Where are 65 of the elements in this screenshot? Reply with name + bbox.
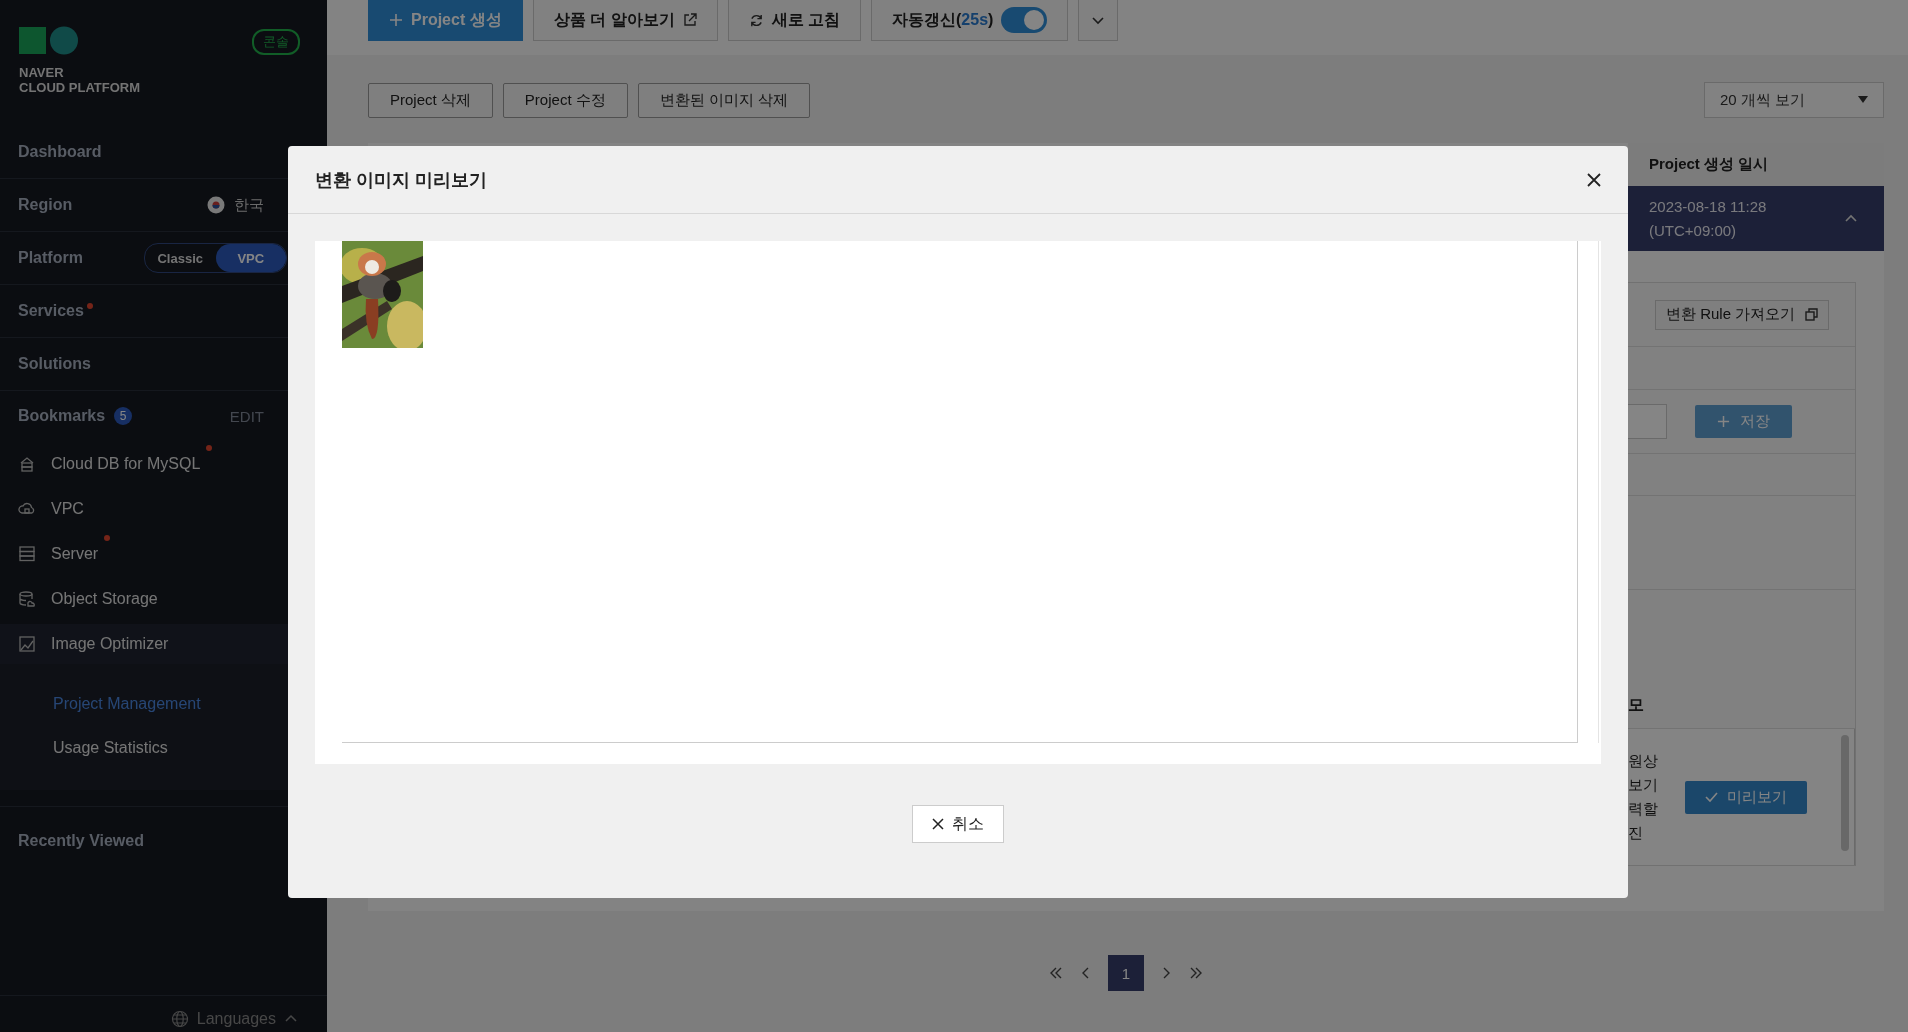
close-icon [932, 818, 944, 830]
section-label[interactable]: Solutions [18, 355, 91, 373]
table-cell-text: (UTC+09:00) [1649, 220, 1738, 241]
scrollbar[interactable] [1841, 735, 1849, 851]
logo-icon [19, 26, 79, 56]
logo-text: CLOUD PLATFORM [19, 80, 141, 95]
console-badge[interactable]: 콘솔 [252, 29, 300, 55]
input-field[interactable] [1628, 404, 1667, 439]
bookmark-item[interactable]: Cloud DB for MySQL [0, 441, 327, 486]
table-row[interactable]: 2023-08-18 11:28 (UTC+09:00) [1628, 186, 1884, 251]
logo-text: NAVER [19, 66, 65, 80]
first-page-icon[interactable] [1048, 965, 1064, 981]
copy-icon [1805, 308, 1819, 321]
dropdown-arrow-icon [1858, 96, 1868, 104]
cancel-button[interactable]: 취소 [912, 805, 1004, 843]
table-cell-text: 2023-08-18 11:28 [1649, 196, 1768, 217]
external-link-icon [682, 13, 697, 27]
preview-button[interactable]: 미리보기 [1685, 780, 1807, 814]
edit-link[interactable]: EDIT [229, 407, 264, 425]
section-label[interactable]: Platform [18, 249, 83, 267]
field-label: 모 [1628, 695, 1644, 715]
action-button[interactable]: Project 삭제 [368, 82, 493, 118]
flag-icon [207, 196, 225, 214]
bookmark-item[interactable]: Server [0, 531, 327, 576]
toolbar-button[interactable]: 상품 더 알아보기 [532, 0, 718, 41]
plus-icon [389, 13, 403, 27]
chart-icon [18, 635, 36, 653]
toolbar-button[interactable]: Project 생성 [368, 0, 523, 41]
count-badge: 5 [114, 407, 133, 425]
server-icon [18, 544, 36, 563]
toolbar-button[interactable]: 새로 고침 [727, 0, 862, 41]
platform-option[interactable]: Classic [145, 244, 216, 272]
last-page-icon[interactable] [1188, 965, 1204, 981]
column-header: Project 생성 일시 [1628, 143, 1884, 186]
globe-icon [170, 1010, 189, 1028]
new-dot [206, 445, 213, 451]
memo-text: 진 [1628, 823, 1644, 843]
bookmark-item[interactable]: VPC [0, 486, 327, 531]
memo-text: 원상 [1628, 751, 1659, 771]
scrollbar[interactable] [1577, 241, 1599, 743]
page-size-select[interactable]: 20 개씩 보기 [1704, 82, 1884, 118]
toggle-switch[interactable] [1001, 7, 1048, 33]
section-label[interactable]: Region [18, 196, 73, 214]
section-label[interactable]: Bookmarks [18, 407, 106, 425]
languages-button[interactable]: Languages [170, 1006, 298, 1032]
auto-refresh-label: 자동갱신(25s) [892, 9, 994, 30]
action-button[interactable]: 변환된 이미지 삭제 [637, 82, 811, 118]
page-button[interactable]: 1 [1108, 955, 1144, 991]
check-icon [1705, 791, 1718, 803]
section-label[interactable]: Services [18, 302, 93, 320]
plus-icon [1717, 415, 1730, 428]
memo-text: 력할 [1628, 799, 1659, 819]
platform-option[interactable]: VPC [215, 244, 286, 272]
new-dot [104, 535, 111, 541]
section-label[interactable]: Recently Viewed [18, 832, 144, 849]
region-value[interactable]: 한국 [234, 195, 264, 215]
storage-icon [18, 589, 36, 608]
import-button[interactable]: 변환 Rule 가져오기 [1655, 299, 1830, 330]
modal-title: 변환 이미지 미리보기 [315, 168, 487, 192]
refresh-icon [748, 12, 764, 28]
bookmark-item[interactable]: Object Storage [0, 576, 327, 621]
close-icon[interactable] [1586, 171, 1602, 188]
section-label[interactable]: Dashboard [18, 143, 102, 161]
memo-text: 보기 [1628, 775, 1659, 795]
action-button[interactable]: Project 수정 [502, 82, 628, 118]
